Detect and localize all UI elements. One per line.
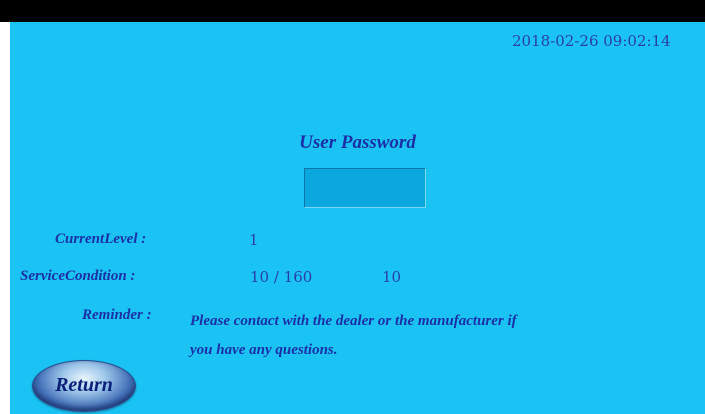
- main-panel: 2018-02-26 09:02:14 User Password Curren…: [10, 22, 705, 414]
- reminder-label: Reminder :: [82, 307, 152, 323]
- current-level-label: CurrentLevel :: [55, 231, 147, 247]
- password-input[interactable]: [305, 169, 425, 207]
- datetime: 2018-02-26 09:02:14: [512, 32, 671, 50]
- reminder-text: Please contact with the dealer or the ma…: [190, 307, 670, 365]
- return-button-label: Return: [55, 374, 113, 396]
- service-condition-value2: 10: [382, 268, 402, 286]
- reminder-line-2: you have any questions.: [190, 342, 338, 358]
- password-field[interactable]: [304, 168, 426, 208]
- service-condition-label: ServiceCondition :: [20, 268, 136, 284]
- current-level-value: 1: [249, 231, 259, 249]
- return-button[interactable]: Return: [32, 360, 136, 412]
- service-condition-value: 10 / 160: [250, 268, 313, 286]
- top-bar: [0, 0, 705, 22]
- reminder-line-1: Please contact with the dealer or the ma…: [190, 313, 517, 329]
- page-title: User Password: [299, 132, 416, 153]
